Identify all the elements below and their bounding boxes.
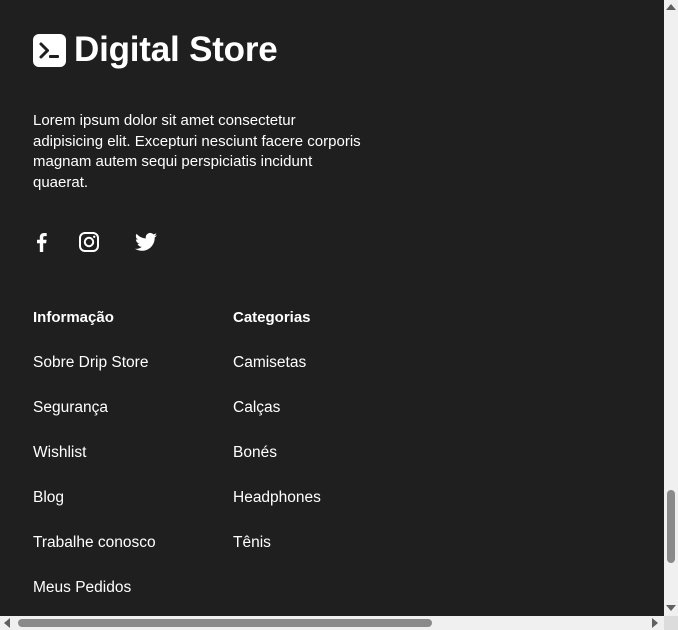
brand-name: Digital Store — [74, 30, 278, 69]
scrollbar-corner — [664, 616, 678, 630]
twitter-icon — [135, 232, 157, 251]
vertical-scroll-thumb[interactable] — [667, 490, 675, 563]
info-column: Informação Sobre Drip Store Segurança Wi… — [33, 308, 156, 596]
scroll-down-arrow-icon[interactable] — [666, 605, 676, 611]
instagram-icon — [79, 232, 99, 252]
info-link-trabalhe[interactable]: Trabalhe conosco — [33, 533, 156, 553]
category-link-calcas[interactable]: Calças — [233, 398, 280, 418]
category-link-tenis[interactable]: Tênis — [233, 533, 271, 553]
category-link-camisetas[interactable]: Camisetas — [233, 353, 306, 373]
info-link-wishlist[interactable]: Wishlist — [33, 443, 86, 463]
category-link-bones[interactable]: Bonés — [233, 443, 277, 463]
terminal-icon — [33, 33, 66, 67]
twitter-link[interactable] — [134, 230, 158, 254]
categories-title: Categorias — [233, 309, 311, 326]
facebook-icon — [37, 233, 47, 252]
scroll-right-arrow-icon[interactable] — [652, 618, 658, 628]
footer-description: Lorem ipsum dolor sit amet consectetur a… — [33, 112, 361, 191]
info-title: Informação — [33, 309, 114, 326]
category-link-headphones[interactable]: Headphones — [233, 488, 321, 508]
categories-column: Categorias Camisetas Calças Bonés Headph… — [233, 308, 321, 551]
info-link-pedidos[interactable]: Meus Pedidos — [33, 578, 131, 598]
instagram-link[interactable] — [77, 230, 101, 254]
scroll-left-arrow-icon[interactable] — [4, 618, 10, 628]
horizontal-scrollbar[interactable] — [0, 616, 664, 630]
brand-logo[interactable]: Digital Store — [33, 30, 278, 70]
page-viewport: Digital Store Lorem ipsum dolor sit amet… — [0, 0, 664, 616]
scroll-up-arrow-icon[interactable] — [666, 4, 676, 10]
info-link-blog[interactable]: Blog — [33, 488, 64, 508]
facebook-link[interactable] — [30, 230, 54, 254]
info-link-sobre[interactable]: Sobre Drip Store — [33, 353, 148, 373]
vertical-scrollbar[interactable] — [664, 0, 678, 616]
info-link-seguranca[interactable]: Segurança — [33, 398, 108, 418]
horizontal-scroll-thumb[interactable] — [18, 619, 432, 627]
